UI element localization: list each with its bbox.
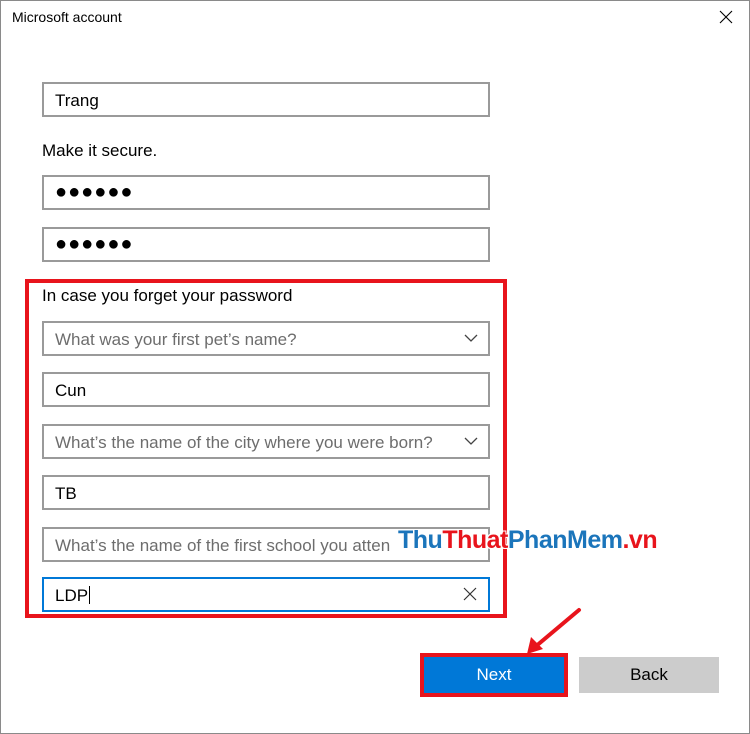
- title-bar: Microsoft account: [1, 1, 749, 33]
- security-answer-1-field[interactable]: Cun: [42, 372, 490, 407]
- name-field[interactable]: Trang: [42, 82, 490, 117]
- security-question-2-placeholder: What’s the name of the city where you we…: [55, 433, 433, 452]
- security-question-1-select[interactable]: What was your first pet’s name?: [42, 321, 490, 356]
- security-question-3-placeholder: What’s the name of the first school you …: [55, 536, 391, 555]
- security-answer-3-value: LDP: [55, 586, 89, 605]
- next-button[interactable]: Next: [424, 657, 564, 693]
- watermark-part-4: .vn: [622, 526, 658, 554]
- watermark-logo: ThuThuatPhanMem.vn: [398, 526, 658, 555]
- chevron-down-icon: [464, 334, 478, 342]
- name-value: Trang: [55, 91, 99, 110]
- text-caret: [89, 586, 91, 604]
- red-arrow-annotation: [527, 608, 581, 654]
- window-title: Microsoft account: [12, 9, 122, 25]
- security-answer-3-text: LDP: [55, 586, 91, 606]
- confirm-password-field[interactable]: ●●●●●●: [42, 227, 490, 262]
- security-answer-2-field[interactable]: TB: [42, 475, 490, 510]
- close-icon: [719, 10, 733, 24]
- security-answer-3-field[interactable]: LDP: [42, 577, 490, 612]
- security-question-1-placeholder: What was your first pet’s name?: [55, 330, 297, 349]
- confirm-password-value: ●●●●●●: [55, 233, 134, 255]
- clear-text-icon[interactable]: [463, 587, 477, 601]
- chevron-down-icon: [464, 437, 478, 445]
- back-button[interactable]: Back: [579, 657, 719, 693]
- watermark-part-2: Thuat: [442, 526, 508, 554]
- recovery-label: In case you forget your password: [42, 286, 293, 305]
- password-value: ●●●●●●: [55, 181, 134, 203]
- security-answer-2-value: TB: [55, 484, 77, 503]
- secure-label: Make it secure.: [42, 141, 158, 160]
- watermark-part-1: Thu: [398, 526, 443, 554]
- close-button[interactable]: [703, 1, 749, 33]
- security-question-2-select[interactable]: What’s the name of the city where you we…: [42, 424, 490, 459]
- password-field[interactable]: ●●●●●●: [42, 175, 490, 210]
- microsoft-account-window: Microsoft account Trang Make it secure. …: [0, 0, 750, 734]
- security-answer-1-value: Cun: [55, 381, 87, 400]
- watermark-part-3: PhanMem: [507, 526, 623, 554]
